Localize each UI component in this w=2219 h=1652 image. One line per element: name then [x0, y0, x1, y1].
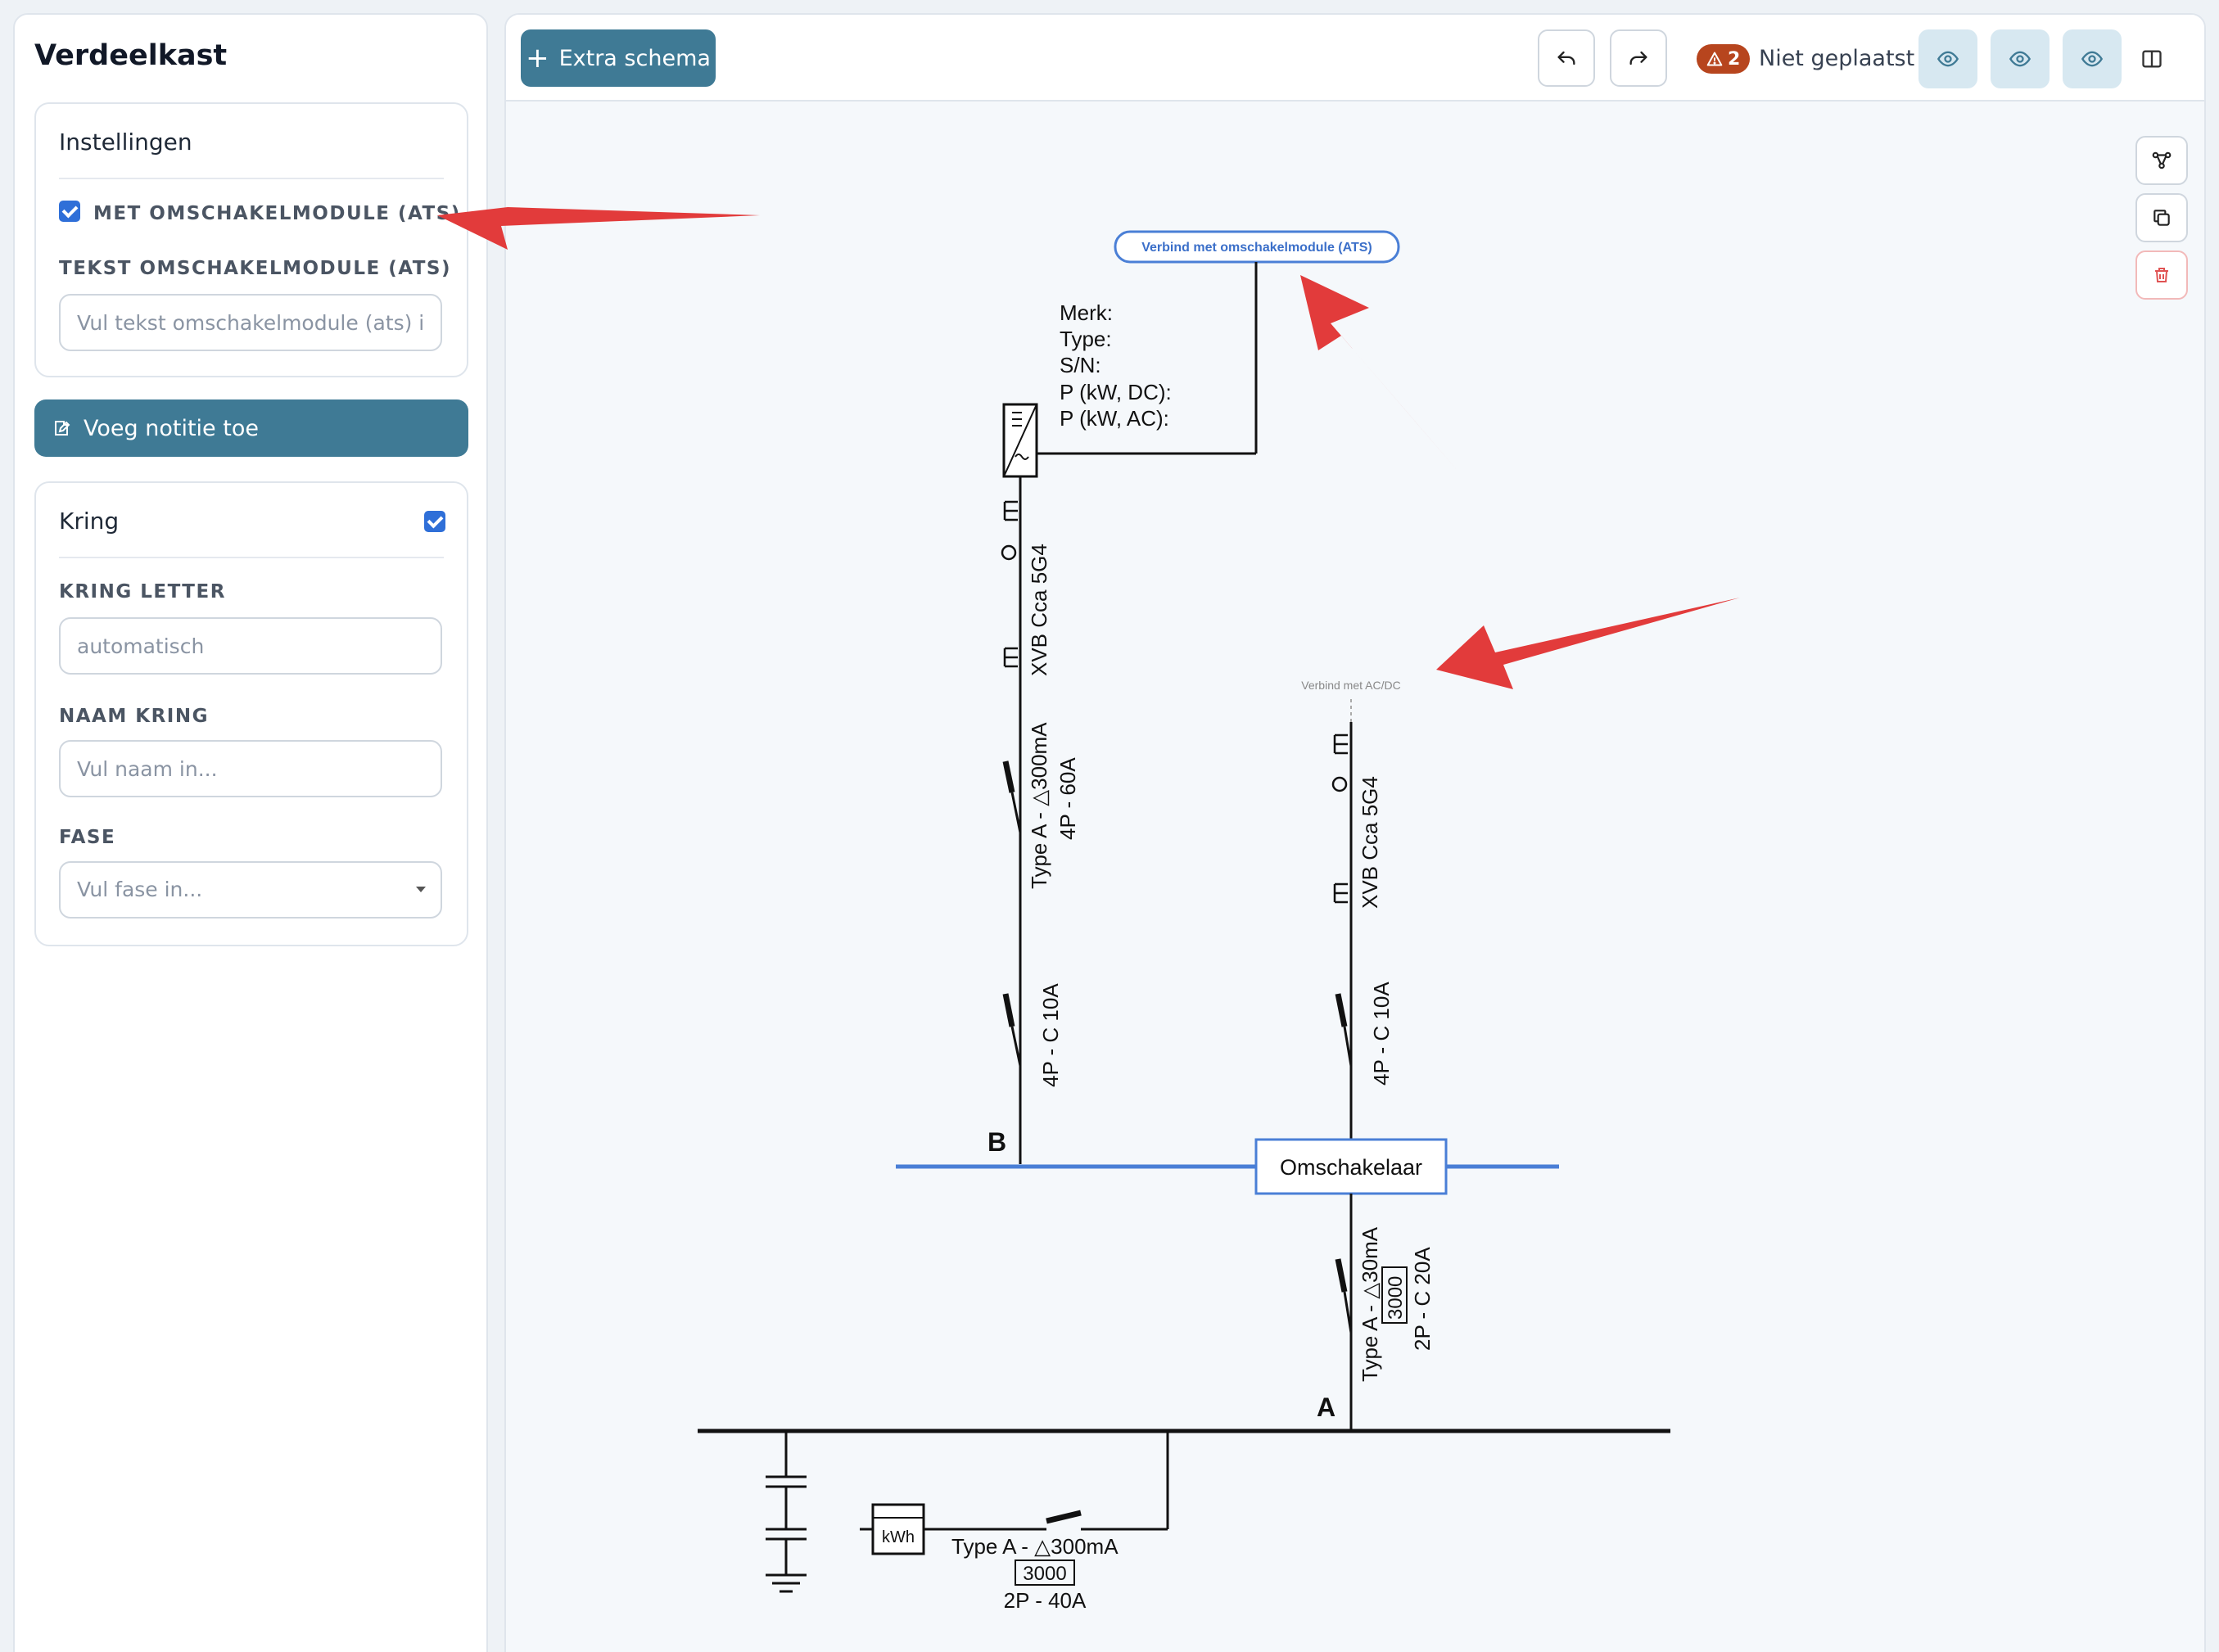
- rcd-center-line3: 2P - C 20A: [1410, 1247, 1435, 1351]
- ats-text-input[interactable]: [59, 294, 442, 351]
- kring-name-input[interactable]: [59, 740, 442, 797]
- mcb-left-switch[interactable]: [1002, 993, 1022, 1067]
- ats-text-label: TEKST OMSCHAKELMODULE (ATS): [59, 258, 451, 279]
- acdc-connect-label[interactable]: Verbind met AC/DC: [1301, 679, 1400, 692]
- earth-symbol: [766, 1431, 807, 1593]
- rcd-left-line1: Type A - △300mA: [1027, 722, 1051, 889]
- cable-marker-right: [1331, 733, 1348, 904]
- spec-brand: Merk:: [1060, 300, 1113, 325]
- rcd-main-switch[interactable]: [924, 1510, 1082, 1531]
- inverter-specs: Merk: Type: S/N: P (kW, DC): P (kW, AC):: [1060, 300, 1172, 431]
- phase-select[interactable]: Vul fase in...: [59, 861, 442, 919]
- spec-type: Type:: [1060, 327, 1112, 351]
- cable-marker-left: [1001, 500, 1018, 668]
- spec-serial: S/N:: [1060, 353, 1101, 377]
- rcd-center-box: 3000: [1385, 1276, 1407, 1320]
- kring-name-label: NAAM KRING: [59, 706, 209, 727]
- kring-letter-input[interactable]: [59, 617, 442, 675]
- cable-label-right: XVB Cca 5G4: [1358, 776, 1382, 909]
- phase-label: FASE: [59, 827, 116, 848]
- edit-note-icon: [55, 421, 70, 436]
- rcd-left-switch[interactable]: [1002, 761, 1022, 833]
- ats-checkbox[interactable]: [59, 201, 80, 222]
- ats-connect-label: Verbind met omschakelmodule (ATS): [1141, 241, 1372, 255]
- ats-checkbox-label[interactable]: MET OMSCHAKELMODULE (ATS): [93, 203, 461, 224]
- cable-label-left: XVB Cca 5G4: [1027, 544, 1051, 676]
- rcd-left-line2: 4P - 60A: [1055, 757, 1080, 840]
- ats-connect-node[interactable]: Verbind met omschakelmodule (ATS): [1114, 230, 1400, 264]
- spec-power-dc: P (kW, DC):: [1060, 380, 1172, 404]
- kring-card-header: Kring: [59, 483, 444, 558]
- kring-card: Kring KRING LETTER NAAM KRING FASE Vul f…: [34, 481, 468, 946]
- spec-power-ac: P (kW, AC):: [1060, 406, 1169, 431]
- schematic-drawing[interactable]: Verbind met omschakelmodule (ATS) Merk: …: [506, 15, 2206, 1652]
- transfer-switch-box[interactable]: Omschakelaar: [1254, 1138, 1448, 1195]
- inverter-symbol[interactable]: [1002, 403, 1038, 478]
- kring-card-title: Kring: [59, 508, 120, 535]
- rcd-center-line1: Type A - △30mA: [1358, 1226, 1382, 1382]
- rcd-main-line3: 2P - 40A: [1004, 1588, 1087, 1613]
- rcd-center-switch[interactable]: [1335, 1258, 1353, 1334]
- kwh-label: kWh: [882, 1528, 915, 1546]
- mcb-right-label: 4P - C 10A: [1369, 982, 1394, 1086]
- label-b: B: [987, 1127, 1006, 1157]
- sidebar-title: Verdeelkast: [34, 39, 228, 72]
- settings-card-title: Instellingen: [59, 129, 192, 156]
- settings-card-header: Instellingen: [59, 104, 444, 179]
- mcb-right-switch[interactable]: [1335, 993, 1353, 1067]
- rcd-main-line1: Type A - △300mA: [951, 1534, 1119, 1559]
- mcb-left-label: 4P - C 10A: [1038, 983, 1063, 1087]
- phase-select-value: Vul fase in...: [59, 861, 442, 919]
- chevron-down-icon: [416, 887, 426, 892]
- kring-letter-label: KRING LETTER: [59, 581, 226, 603]
- add-note-button[interactable]: Voeg notitie toe: [34, 399, 468, 457]
- kwh-meter[interactable]: kWh: [871, 1503, 925, 1555]
- sidebar: Verdeelkast Instellingen MET OMSCHAKELMO…: [13, 13, 488, 1652]
- settings-card: Instellingen MET OMSCHAKELMODULE (ATS) T…: [34, 102, 468, 377]
- schema-canvas-area[interactable]: + Extra schema 2 Niet geplaatst Verbind …: [504, 13, 2206, 1652]
- rcd-main-box: 3000: [1023, 1563, 1066, 1585]
- kring-checkbox[interactable]: [424, 511, 445, 532]
- label-a: A: [1317, 1392, 1335, 1422]
- add-note-label: Voeg notitie toe: [84, 415, 259, 441]
- transfer-switch-label: Omschakelaar: [1280, 1155, 1422, 1180]
